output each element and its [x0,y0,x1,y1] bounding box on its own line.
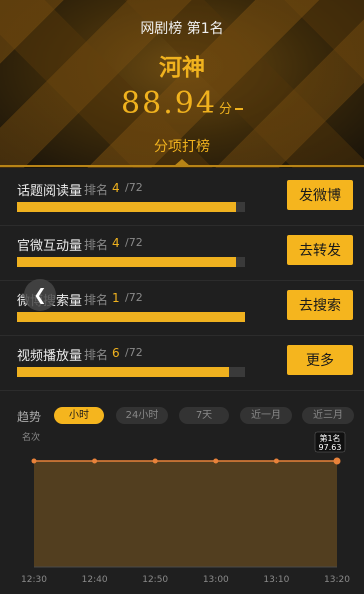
metric-rank-total: /72 [125,181,143,194]
chart-tooltip-rank: 第1名 [319,433,340,443]
chart-x-tick-label: 12:30 [21,575,47,585]
chart-point [213,458,219,464]
chart-point [92,458,98,464]
score-dash [234,107,243,110]
metric-rank-total: /72 [125,291,143,304]
tab-24h[interactable]: 24小时 [116,407,168,424]
metric-row: 官微互动量 排名 4 /72 去转发 [0,225,364,281]
metric-progress-fill [17,312,245,322]
header-banner: 网剧榜 第1名 河神 88.94 分 分项打榜 [0,0,364,168]
score-unit: 分 [218,102,232,117]
chart-x-tick-label: 13:20 [324,575,350,585]
metric-rank-label: 排名 [84,348,109,362]
tab-month[interactable]: 近一月 [240,407,292,424]
metric-progress-fill [17,367,230,377]
back-button[interactable]: ❮ [24,279,56,311]
metric-rank-label: 排名 [84,238,109,252]
rank-text: 网剧榜 第1名 [140,21,224,37]
metric-label: 视频播放量 [17,349,83,364]
metric-rank-total: /72 [125,236,143,249]
show-title: 河神 [159,55,205,81]
repost-button[interactable]: 去转发 [287,235,353,265]
chevron-left-icon: ❮ [33,285,47,304]
chart-x-tick-label: 13:10 [263,575,289,585]
chart-point [333,457,341,465]
chart-area-fill [34,461,337,567]
metric-progress-bar [17,257,245,267]
metric-rank-label: 排名 [84,183,109,197]
score-value: 88.94 [121,86,217,121]
search-button[interactable]: 去搜索 [287,290,353,320]
tab-3month[interactable]: 近三月 [302,407,354,424]
section-subtitle: 分项打榜 [154,139,210,155]
chart-point [273,458,279,464]
metric-label: 官微互动量 [17,239,83,254]
chart-x-tick-label: 12:40 [82,575,108,585]
chart-point [31,458,37,464]
metric-progress-fill [17,202,236,212]
metric-rank-total: /72 [125,346,143,359]
score-display: 88.94 分 [0,86,364,121]
tab-7d[interactable]: 7天 [179,407,229,424]
metric-rank-label: 排名 [84,293,109,307]
chart-tooltip-score: 97.63 [319,443,342,452]
metric-progress-bar [17,312,245,322]
section-divider [0,165,364,167]
post-weibo-button[interactable]: 发微博 [287,180,353,210]
metric-label: 话题阅读量 [17,184,83,199]
metric-rank-value: 1 [112,291,120,305]
chart-x-tick-label: 12:50 [142,575,168,585]
metric-row: 话题阅读量 排名 4 /72 发微博 [0,170,364,226]
more-button[interactable]: 更多 [287,345,353,375]
metric-rank-value: 4 [112,236,120,250]
metric-progress-bar [17,367,245,377]
metric-rank-value: 4 [112,181,120,195]
metric-row: 视频播放量 排名 6 /72 更多 [0,335,364,391]
metric-progress-bar [17,202,245,212]
trend-chart: 12:30 12:40 12:50 13:00 13:10 13:20 第1名97.63 [21,431,350,585]
tab-hour[interactable]: 小时 [54,407,104,424]
trend-label: 趋势 [17,410,42,424]
chart-point [152,458,158,464]
metric-progress-fill [17,257,236,267]
chart-x-tick-label: 13:00 [203,575,229,585]
metric-rank-value: 6 [112,346,120,360]
